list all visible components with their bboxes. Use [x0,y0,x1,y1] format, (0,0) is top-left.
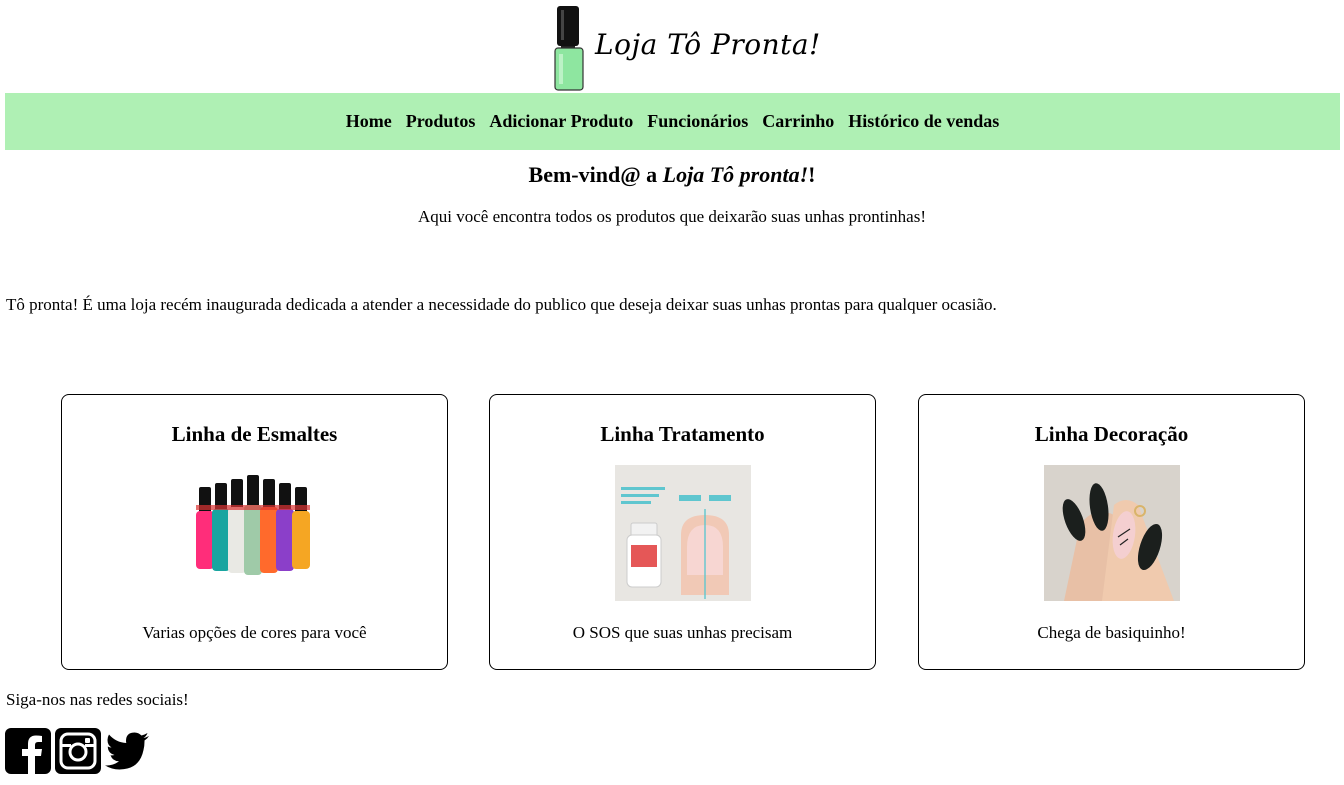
nav-home[interactable]: Home [346,111,392,132]
welcome-prefix: Bem-vind@ a [528,162,663,187]
store-logo[interactable]: Loja Tô Pronta! [553,2,820,92]
nail-polish-bottles-image [187,465,323,601]
card-description: O SOS que suas unhas precisam [572,623,793,642]
card-esmaltes[interactable]: Linha de Esmaltes Varias opções de cores… [61,394,448,670]
social-links [5,728,151,774]
logo-text: Loja Tô Pronta! [595,28,821,61]
card-title: Linha Decoração [1034,422,1189,446]
treatment-before-after-image [614,465,751,601]
card-description: Varias opções de cores para você [142,623,367,642]
instagram-icon[interactable] [55,728,101,774]
welcome-heading: Bem-vind@ a Loja Tô pronta!! [0,162,1344,188]
follow-text: Siga-nos nas redes sociais! [6,690,189,709]
nav-produtos[interactable]: Produtos [406,111,476,132]
card-title: Linha Tratamento [600,422,765,446]
card-title: Linha de Esmaltes [171,422,338,446]
decorated-nails-image [1043,465,1180,601]
welcome-subtitle: Aqui você encontra todos os produtos que… [418,207,926,226]
facebook-icon[interactable] [5,728,51,774]
main-nav: Home Produtos Adicionar Produto Funcioná… [5,93,1340,150]
card-description: Chega de basiquinho! [1037,623,1186,642]
nav-historico-vendas[interactable]: Histórico de vendas [848,111,999,132]
twitter-icon[interactable] [105,728,151,774]
card-decoracao[interactable]: Linha Decoração Chega de basiquinho! [918,394,1305,670]
welcome-suffix: ! [808,162,816,187]
about-text: Tô pronta! É uma loja recém inaugurada d… [6,295,997,314]
welcome-store-name: Loja Tô pronta! [662,162,809,187]
nav-funcionarios[interactable]: Funcionários [647,111,748,132]
card-tratamento[interactable]: Linha Tratamento O SOS que suas unhas pr… [489,394,876,670]
nav-carrinho[interactable]: Carrinho [762,111,834,132]
nav-adicionar-produto[interactable]: Adicionar Produto [489,111,633,132]
